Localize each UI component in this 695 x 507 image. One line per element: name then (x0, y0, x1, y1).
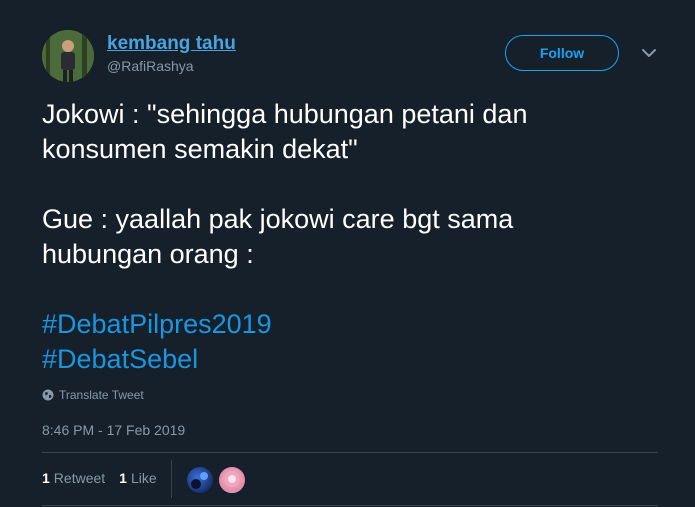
retweet-count-number: 1 (42, 470, 50, 486)
retweet-count[interactable]: 1 Retweet (42, 470, 105, 486)
like-count-label: Like (130, 470, 157, 486)
tweet-text-line: Jokowi : "sehingga hubungan petani dan (42, 99, 528, 129)
tweet-text-line: hubungan orang : (42, 239, 254, 269)
translate-tweet-link[interactable]: Translate Tweet (42, 388, 144, 402)
retweet-count-label: Retweet (53, 470, 106, 486)
author-handle: @RafiRashya (107, 58, 194, 74)
author-avatar[interactable] (42, 30, 94, 82)
liker-avatar[interactable] (218, 466, 246, 494)
divider (42, 505, 658, 506)
tweet-text-line: konsumen semakin dekat" (42, 134, 358, 164)
author-display-name[interactable]: kembang tahu (107, 33, 236, 55)
translate-tweet-label: Translate Tweet (59, 388, 144, 402)
tweet-timestamp[interactable]: 8:46 PM - 17 Feb 2019 (42, 422, 185, 438)
tweet-stats: 1 Retweet 1 Like (42, 470, 157, 486)
tweet-text-line: Gue : yaallah pak jokowi care bgt sama (42, 204, 514, 234)
like-count[interactable]: 1 Like (119, 470, 156, 486)
liker-avatar[interactable] (186, 466, 214, 494)
hashtag-link[interactable]: #DebatPilpres2019 (42, 307, 672, 342)
stats-separator (171, 460, 172, 498)
chevron-down-icon[interactable] (640, 46, 658, 60)
follow-button[interactable]: Follow (505, 35, 619, 71)
globe-icon (42, 389, 54, 401)
divider (42, 452, 658, 453)
hashtag-link[interactable]: #DebatSebel (42, 342, 672, 377)
like-count-number: 1 (119, 470, 127, 486)
tweet-text: Jokowi : "sehingga hubungan petani dan k… (42, 97, 672, 377)
